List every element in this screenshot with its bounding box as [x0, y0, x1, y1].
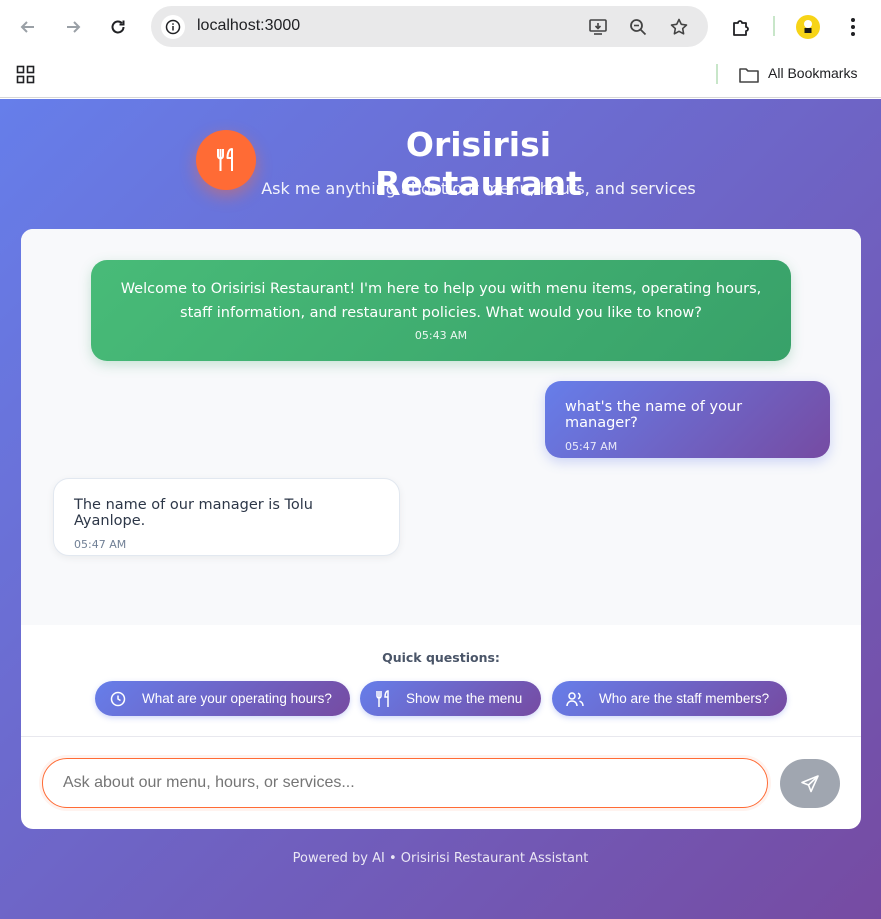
users-icon [566, 690, 584, 708]
bookmarks-bar: All Bookmarks [0, 54, 881, 98]
user-message: what's the name of your manager? 05:47 A… [545, 381, 830, 458]
chip-label: Show me the menu [406, 691, 523, 706]
chat-messages[interactable]: Welcome to Orisirisi Restaurant! I'm her… [21, 229, 861, 625]
arrow-left-icon [20, 21, 34, 33]
send-icon [801, 774, 819, 792]
chat-card: Welcome to Orisirisi Restaurant! I'm her… [21, 229, 861, 829]
folder-icon [738, 65, 760, 89]
clock-icon [109, 690, 127, 708]
message-text: The name of our manager is Tolu Ayanlope… [74, 497, 313, 529]
bookmarks-divider [716, 64, 718, 84]
all-bookmarks-link[interactable]: All Bookmarks [768, 65, 857, 81]
extensions-button[interactable] [726, 12, 756, 42]
send-button[interactable] [780, 759, 840, 808]
profile-button[interactable] [793, 12, 823, 42]
avatar-icon [796, 15, 820, 39]
address-bar[interactable]: localhost:3000 [151, 6, 708, 47]
url-text: localhost:3000 [197, 17, 301, 34]
chip-label: What are your operating hours? [142, 691, 332, 706]
quick-questions-label: Quick questions: [382, 650, 500, 665]
footer-text: Powered by AI • Orisirisi Restaurant Ass… [292, 851, 589, 866]
reload-button[interactable] [103, 12, 133, 42]
chat-input[interactable] [42, 758, 768, 808]
menu-button[interactable] [838, 12, 868, 42]
message-time: 05:47 AM [74, 538, 127, 551]
install-app-icon[interactable] [587, 16, 609, 38]
chat-page: Orisirisi Restaurant Ask me anything abo… [0, 99, 881, 919]
puzzle-icon [733, 20, 749, 36]
browser-toolbar: localhost:3000 [0, 0, 881, 54]
message-text: Welcome to Orisirisi Restaurant! I'm her… [120, 281, 762, 321]
reload-icon [111, 20, 125, 34]
kebab-menu-icon [851, 18, 855, 36]
forward-button[interactable] [58, 12, 88, 42]
page-subtitle: Ask me anything about our menu, hours, a… [261, 179, 696, 198]
assistant-message: Welcome to Orisirisi Restaurant! I'm her… [91, 260, 791, 361]
toolbar-divider [773, 16, 775, 36]
zoom-icon[interactable] [627, 16, 649, 38]
site-info-icon[interactable] [161, 15, 185, 39]
quick-question-hours-button[interactable]: What are your operating hours? [95, 681, 350, 716]
quick-question-staff-button[interactable]: Who are the staff members? [552, 681, 787, 716]
message-text: what's the name of your manager? [565, 399, 743, 431]
input-divider [21, 736, 861, 737]
bookmark-star-icon[interactable] [668, 16, 690, 38]
quick-question-menu-button[interactable]: Show me the menu [360, 681, 541, 716]
message-time: 05:43 AM [414, 329, 468, 342]
assistant-message: The name of our manager is Tolu Ayanlope… [53, 478, 400, 556]
utensils-icon [217, 148, 233, 171]
message-time: 05:47 AM [565, 440, 618, 453]
back-button[interactable] [13, 12, 43, 42]
chip-label: Who are the staff members? [599, 691, 770, 706]
arrow-right-icon [67, 21, 81, 33]
utensils-icon [374, 689, 392, 708]
apps-grid-icon[interactable] [16, 65, 36, 89]
